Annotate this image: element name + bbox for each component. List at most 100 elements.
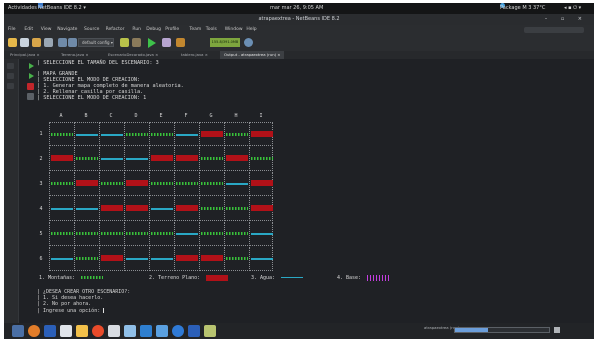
- water-tile: [76, 134, 98, 136]
- mountain-tile: [226, 257, 248, 260]
- memory-indicator[interactable]: 155.8/391.0MB: [210, 38, 240, 47]
- notes-app-icon[interactable]: [204, 325, 216, 337]
- plain-tile: [51, 155, 73, 161]
- water-tile: [151, 208, 173, 210]
- debug-icon[interactable]: [162, 38, 171, 47]
- map-cell-h6: [224, 247, 248, 271]
- tab-3[interactable]: EscenarioDecorado.java ×: [104, 51, 174, 59]
- projects-panel-icon[interactable]: [7, 63, 14, 69]
- clean-build-icon[interactable]: [132, 38, 141, 47]
- plain-tile: [176, 205, 198, 211]
- chrome-app-icon[interactable]: [92, 325, 104, 337]
- taskbar-dock: [4, 323, 314, 339]
- map-cell-e2: [149, 147, 173, 171]
- window-title: atrapaextrea - NetBeans IDE 8.2: [258, 16, 340, 22]
- menu-file[interactable]: File: [8, 25, 16, 35]
- plain-tile: [126, 180, 148, 186]
- tab-1[interactable]: Principal.java ×: [6, 51, 54, 59]
- map-cell-a3: [49, 172, 73, 196]
- menu-team[interactable]: Team: [189, 25, 201, 35]
- config-select[interactable]: default config ▾: [78, 38, 114, 47]
- mountain-tile: [201, 157, 223, 160]
- menu-navigate[interactable]: Navigate: [57, 25, 77, 35]
- output-console[interactable]: | SELECCIONE EL TAMAÑO DEL ESCENARIO: 3 …: [18, 59, 594, 323]
- netbeans-app-icon[interactable]: [140, 325, 152, 337]
- water-tile: [126, 158, 148, 160]
- map-cell-i1: [249, 122, 273, 146]
- files-panel-icon[interactable]: [7, 73, 14, 79]
- run-icon[interactable]: [148, 38, 156, 48]
- new-file-icon[interactable]: [20, 38, 29, 47]
- chat-app-icon[interactable]: [172, 325, 184, 337]
- mountain-tile: [151, 133, 173, 136]
- undo-icon[interactable]: [58, 38, 67, 47]
- image-viewer-app-icon[interactable]: [60, 325, 72, 337]
- water-tile: [226, 183, 248, 185]
- water-tile: [251, 258, 273, 260]
- map-cell-i5: [249, 222, 273, 246]
- rerun-icon[interactable]: [29, 63, 34, 69]
- tab-2[interactable]: Terreno.java ×: [57, 51, 101, 59]
- system-indicators[interactable]: ◂ ▪ ⏻ ▾: [564, 3, 581, 14]
- map-cell-g5: [199, 222, 223, 246]
- redo-icon[interactable]: [68, 38, 77, 47]
- new-project-icon[interactable]: [8, 38, 17, 47]
- water-tile: [176, 233, 198, 235]
- stop-icon[interactable]: [27, 83, 34, 90]
- word-app-icon[interactable]: [44, 325, 56, 337]
- row-header-6: 6: [39, 256, 43, 262]
- menu-window[interactable]: Window: [225, 25, 243, 35]
- activities-button[interactable]: Actividades: [8, 3, 37, 14]
- map-cell-e6: [149, 247, 173, 271]
- window-controls[interactable]: – ▫ ×: [545, 14, 588, 25]
- map-cell-f6: [174, 247, 198, 271]
- mountain-tile: [151, 232, 173, 235]
- menu-debug[interactable]: Debug: [146, 25, 161, 35]
- menu-profile[interactable]: Profile: [165, 25, 179, 35]
- plain-tile: [201, 255, 223, 261]
- map-cell-h4: [224, 197, 248, 221]
- clock[interactable]: mar mar 26, 9:05 AM: [270, 3, 323, 14]
- menu-run[interactable]: Run: [132, 25, 141, 35]
- column-header-f: F: [184, 113, 188, 119]
- clear-output-icon[interactable]: [27, 93, 34, 100]
- map-cell-e1: [149, 122, 173, 146]
- plain-tile: [151, 155, 173, 161]
- run-progress-bar[interactable]: [454, 327, 550, 333]
- map-cell-g4: [199, 197, 223, 221]
- map-cell-d4: [124, 197, 148, 221]
- rerun-config-icon[interactable]: [29, 73, 34, 79]
- tab-4[interactable]: tablero.java ×: [177, 51, 217, 59]
- map-cell-g2: [199, 147, 223, 171]
- files-app-icon[interactable]: [12, 325, 24, 337]
- text-editor-app-icon[interactable]: [108, 325, 120, 337]
- menu-view[interactable]: View: [41, 25, 52, 35]
- virtualbox-app-icon[interactable]: [156, 325, 168, 337]
- legend-agua: 3. Agua:: [251, 274, 304, 282]
- word-app-icon-2[interactable]: [188, 325, 200, 337]
- progress-cancel-icon[interactable]: [554, 327, 560, 333]
- prompt-input[interactable]: | Ingrese una opción:: [37, 308, 105, 314]
- menu-source[interactable]: Source: [84, 25, 99, 35]
- build-icon[interactable]: [120, 38, 129, 47]
- settings-app-icon[interactable]: [28, 325, 40, 337]
- plain-tile: [176, 255, 198, 261]
- tab-5[interactable]: Output - atrapaextrea (run) ×: [220, 51, 284, 59]
- save-all-icon[interactable]: [44, 38, 53, 47]
- calculator-app-icon[interactable]: [124, 325, 136, 337]
- column-header-c: C: [109, 113, 113, 119]
- legend-montanas: 1. Montañas:: [39, 274, 104, 282]
- profile-icon[interactable]: [176, 38, 185, 47]
- search-input[interactable]: [524, 27, 584, 33]
- gc-icon[interactable]: [244, 38, 253, 47]
- mountain-tile: [226, 232, 248, 235]
- map-cell-c6: [99, 247, 123, 271]
- calendar-app-icon[interactable]: [76, 325, 88, 337]
- services-panel-icon[interactable]: [7, 83, 14, 89]
- menu-edit[interactable]: Edit: [24, 25, 33, 35]
- menu-tools[interactable]: Tools: [206, 25, 217, 35]
- water-tile: [51, 258, 73, 260]
- menu-help[interactable]: Help: [246, 25, 256, 35]
- menu-refactor[interactable]: Refactor: [106, 25, 125, 35]
- open-project-icon[interactable]: [32, 38, 41, 47]
